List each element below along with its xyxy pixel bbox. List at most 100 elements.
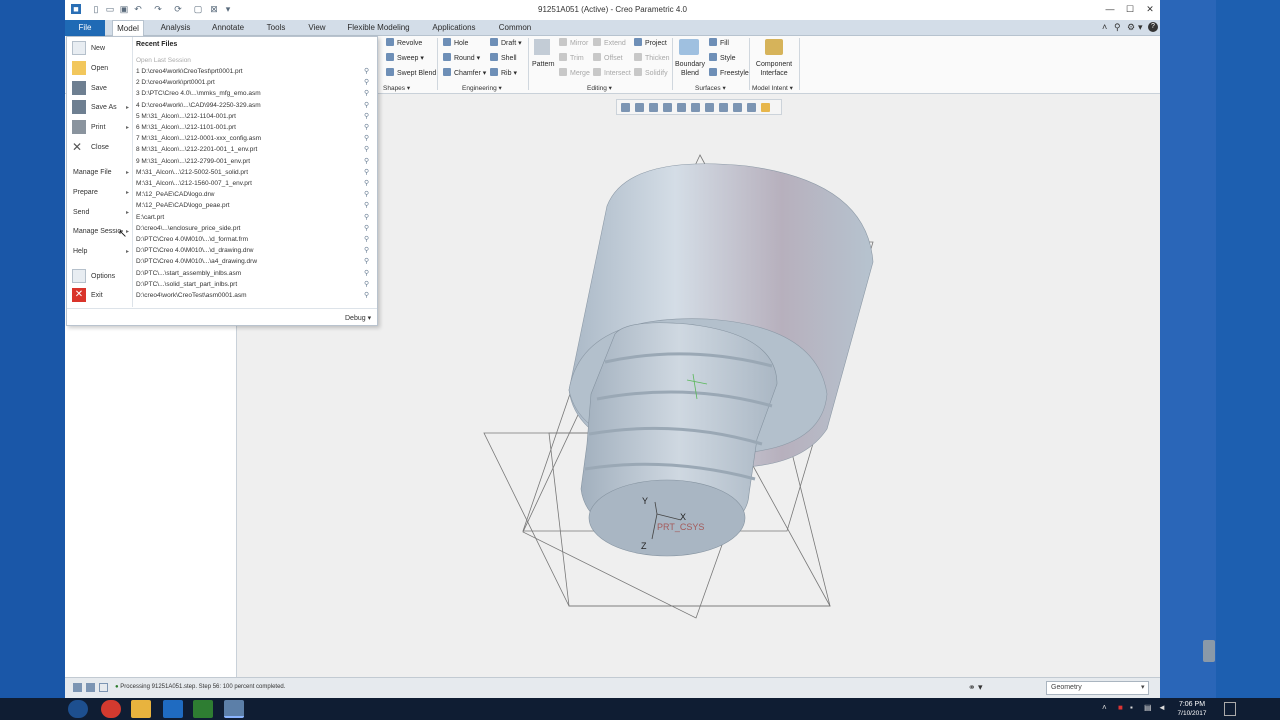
file-options[interactable]: Options [91,273,115,280]
saved-orientations-icon[interactable] [691,103,700,112]
refit-icon[interactable] [621,103,630,112]
pattern-button[interactable]: Pattern [532,60,555,70]
excel-icon[interactable] [193,700,213,718]
file-print[interactable]: Print [91,124,105,131]
freestyle-button[interactable]: Freestyle [709,68,749,79]
pin-icon[interactable]: ⚲ [364,157,369,165]
file-help[interactable]: Help [73,248,87,255]
file-save-as[interactable]: Save As [91,104,117,111]
datum-display-icon[interactable] [747,103,756,112]
recent-file-item[interactable]: 4 D:\creo4\work\...\CAD\994-2250-329.asm [136,102,261,109]
project-button[interactable]: Project [634,38,667,49]
pin-icon[interactable]: ⚲ [364,145,369,153]
draft-button[interactable]: Draft ▾ [490,38,522,49]
pin-icon[interactable]: ⚲ [364,179,369,187]
group-model-intent[interactable]: Model Intent ▾ [752,84,793,93]
tab-view[interactable]: View [301,20,333,36]
fill-button[interactable]: Fill [709,38,729,49]
recent-file-item[interactable]: M:\12_PeAE\CAD\logo.drw [136,191,214,198]
display-style-icon[interactable] [677,103,686,112]
shell-button[interactable]: Shell [490,53,517,64]
section-icon[interactable] [733,103,742,112]
recent-file-item[interactable]: D:\PTC\...\solid_start_part_inlbs.prt [136,281,237,288]
pin-icon[interactable]: ⚲ [364,235,369,243]
recent-file-item[interactable]: D:\PTC\...\start_assembly_inlbs.asm [136,270,241,277]
file-manage-session[interactable]: Manage Session [73,228,121,235]
clock-date[interactable]: 7/10/2017 [1170,710,1214,717]
dropdown-icon[interactable]: ▾ [1138,22,1143,33]
recent-file-item[interactable]: D:\creo4\work\CreoTest\asm0001.asm [136,292,247,299]
tab-common[interactable]: Common [490,20,540,36]
pin-icon[interactable]: ⚲ [364,224,369,232]
recent-file-item[interactable]: 7 M:\31_Alcon\...\212-0001-xxx_config.as… [136,135,261,142]
recent-file-item[interactable]: E:\cart.prt [136,214,164,221]
file-save[interactable]: Save [91,85,107,92]
group-editing[interactable]: Editing ▾ [587,84,612,93]
boundary-blend-button[interactable]: Boundary Blend [675,60,705,78]
component-interface-icon[interactable] [765,39,783,55]
annotation-display-icon[interactable] [761,103,770,112]
file-prepare[interactable]: Prepare [73,189,98,196]
tab-annotate[interactable]: Annotate [205,20,251,36]
recent-file-item[interactable]: 8 M:\31_Alcon\...\212-2201-001_1_env.prt [136,146,257,153]
browser-toggle-icon[interactable] [86,683,95,692]
recent-file-item[interactable]: M:\12_PeAE\CAD\logo_peae.prt [136,202,230,209]
file-send[interactable]: Send [73,209,89,216]
pin-icon[interactable]: ⚲ [364,134,369,142]
round-button[interactable]: Round ▾ [443,53,480,64]
minimize-button[interactable]: — [1100,2,1120,16]
settings-icon[interactable]: ⚙ [1127,22,1135,33]
find-icon[interactable]: ⚭ ▾ [968,682,983,693]
close-button[interactable]: ✕ [1140,2,1160,16]
tab-tools[interactable]: Tools [259,20,293,36]
view-manager-icon[interactable] [705,103,714,112]
perspective-icon[interactable] [719,103,728,112]
group-shapes[interactable]: Shapes ▾ [383,84,410,93]
boundary-blend-icon[interactable] [679,39,699,55]
file-explorer-icon[interactable] [131,700,151,718]
pin-icon[interactable]: ⚲ [364,213,369,221]
recent-file-item[interactable]: 1 D:\creo4\work\CreoTest\prt0001.prt [136,68,243,75]
volume-icon[interactable]: ◄ [1158,703,1166,712]
recent-file-item[interactable]: D:\PTC\Creo 4.0\M010\...\a4_drawing.drw [136,258,257,265]
full-screen-icon[interactable] [99,683,108,692]
recent-file-item[interactable]: 5 M:\31_Alcon\...\212-1104-001.prt [136,113,236,120]
pin-icon[interactable]: ⚲ [364,112,369,120]
file-exit[interactable]: Exit [91,292,103,299]
file-new[interactable]: New [91,45,105,52]
tab-analysis[interactable]: Analysis [153,20,198,36]
recent-file-item[interactable]: M:\31_Alcon\...\212-1560-007_1_env.prt [136,180,252,187]
file-close[interactable]: Close [91,144,109,151]
recent-file-item[interactable]: D:\PTC\Creo 4.0\M010\...\d_format.frm [136,236,248,243]
pin-icon[interactable]: ⚲ [364,67,369,75]
pin-icon[interactable]: ⚲ [364,280,369,288]
rib-button[interactable]: Rib ▾ [490,68,517,79]
network-icon[interactable]: ▤ [1144,703,1152,712]
outlook-icon[interactable] [163,700,183,718]
start-button-icon[interactable] [68,700,88,718]
swept-blend-button[interactable]: Swept Blend [386,68,436,79]
help-icon[interactable]: ? [1148,22,1158,32]
cad-model-part[interactable] [568,163,874,557]
zoom-out-icon[interactable] [649,103,658,112]
recent-file-item[interactable]: D:\creo4\...\enclosure_price_side.prt [136,225,240,232]
debug-dropdown[interactable]: Debug ▾ [345,314,371,322]
pin-icon[interactable]: ⚲ [364,123,369,131]
collapse-ribbon-icon[interactable]: ˄ [1102,22,1107,32]
open-last-session[interactable]: Open Last Session [136,57,191,64]
pin-icon[interactable]: ⚲ [364,89,369,97]
pin-icon[interactable]: ⚲ [364,201,369,209]
recent-file-item[interactable]: 6 M:\31_Alcon\...\212-1101-001.prt [136,124,236,131]
repaint-icon[interactable] [663,103,672,112]
zoom-in-icon[interactable] [635,103,644,112]
search-icon[interactable]: ⚲ [1114,22,1121,33]
component-interface-button[interactable]: Component Interface [753,60,795,78]
pin-icon[interactable]: ⚲ [364,101,369,109]
pin-icon[interactable]: ⚲ [364,257,369,265]
desktop-shortcut-icon[interactable] [1203,640,1215,662]
recent-file-item[interactable]: D:\PTC\Creo 4.0\M010\...\d_drawing.drw [136,247,253,254]
pin-icon[interactable]: ⚲ [364,291,369,299]
pin-icon[interactable]: ⚲ [364,168,369,176]
notifications-icon[interactable] [1224,702,1236,716]
recent-file-item[interactable]: 9 M:\31_Alcon\...\212-2799-001_env.prt [136,158,250,165]
